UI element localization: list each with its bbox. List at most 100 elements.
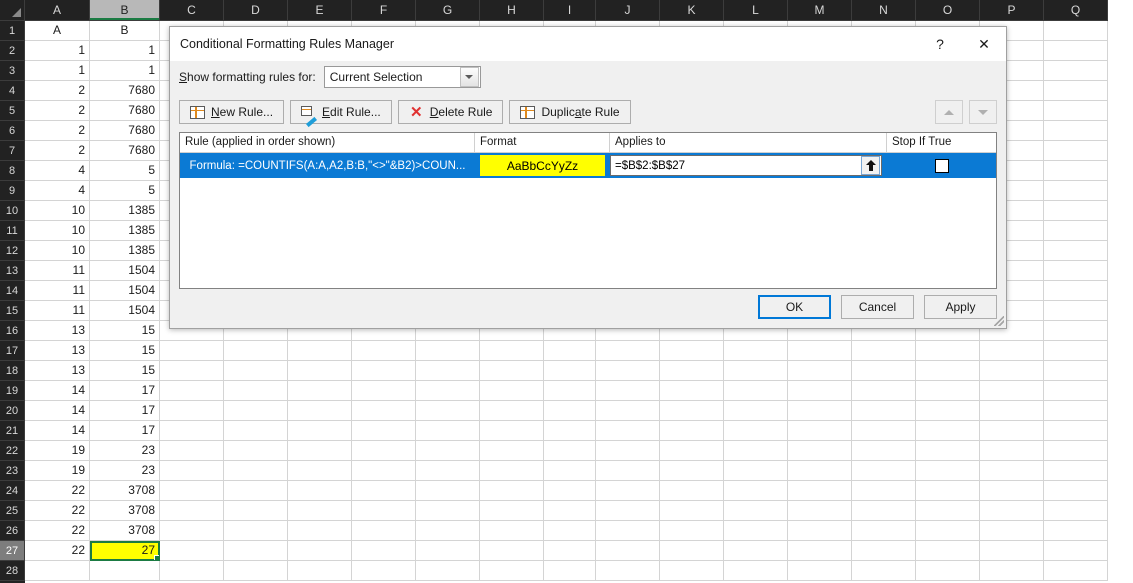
cell-L28[interactable] [724, 561, 788, 581]
cell-G17[interactable] [416, 341, 480, 361]
cell-K25[interactable] [660, 501, 724, 521]
cell-I20[interactable] [544, 401, 596, 421]
cell-Q2[interactable] [1044, 41, 1108, 61]
cell-L22[interactable] [724, 441, 788, 461]
cell-Q4[interactable] [1044, 81, 1108, 101]
row-header-15[interactable]: 15 [0, 301, 25, 321]
cell-M24[interactable] [788, 481, 852, 501]
row-header-20[interactable]: 20 [0, 401, 25, 421]
row-header-28[interactable]: 28 [0, 561, 25, 581]
cell-L25[interactable] [724, 501, 788, 521]
cell-O17[interactable] [916, 341, 980, 361]
cell-J22[interactable] [596, 441, 660, 461]
cell-N22[interactable] [852, 441, 916, 461]
cell-E25[interactable] [288, 501, 352, 521]
cell-J26[interactable] [596, 521, 660, 541]
cell-J21[interactable] [596, 421, 660, 441]
cell-B12[interactable]: 1385 [90, 241, 160, 261]
cell-H21[interactable] [480, 421, 544, 441]
cell-B1[interactable]: B [90, 21, 160, 41]
cell-M25[interactable] [788, 501, 852, 521]
cell-C26[interactable] [160, 521, 224, 541]
column-header-j[interactable]: J [596, 0, 660, 21]
cell-A13[interactable]: 11 [25, 261, 90, 281]
cell-A26[interactable]: 22 [25, 521, 90, 541]
cell-M19[interactable] [788, 381, 852, 401]
cell-J25[interactable] [596, 501, 660, 521]
cell-O18[interactable] [916, 361, 980, 381]
column-header-c[interactable]: C [160, 0, 224, 21]
cell-G28[interactable] [416, 561, 480, 581]
row-header-12[interactable]: 12 [0, 241, 25, 261]
cell-L20[interactable] [724, 401, 788, 421]
cell-B11[interactable]: 1385 [90, 221, 160, 241]
cell-A28[interactable] [25, 561, 90, 581]
cell-M17[interactable] [788, 341, 852, 361]
cell-B16[interactable]: 15 [90, 321, 160, 341]
cell-D21[interactable] [224, 421, 288, 441]
cell-G20[interactable] [416, 401, 480, 421]
cell-A9[interactable]: 4 [25, 181, 90, 201]
row-header-24[interactable]: 24 [0, 481, 25, 501]
cell-B15[interactable]: 1504 [90, 301, 160, 321]
cell-H20[interactable] [480, 401, 544, 421]
cell-Q10[interactable] [1044, 201, 1108, 221]
row-header-9[interactable]: 9 [0, 181, 25, 201]
cell-F28[interactable] [352, 561, 416, 581]
select-all-corner[interactable] [0, 0, 25, 21]
cell-H22[interactable] [480, 441, 544, 461]
cell-B22[interactable]: 23 [90, 441, 160, 461]
cell-A6[interactable]: 2 [25, 121, 90, 141]
cell-D27[interactable] [224, 541, 288, 561]
cell-M27[interactable] [788, 541, 852, 561]
cell-I22[interactable] [544, 441, 596, 461]
cell-M18[interactable] [788, 361, 852, 381]
column-header-l[interactable]: L [724, 0, 788, 21]
cell-B27[interactable]: 27 [90, 541, 160, 561]
scope-dropdown[interactable]: Current Selection [323, 66, 481, 88]
cell-P20[interactable] [980, 401, 1044, 421]
cell-Q7[interactable] [1044, 141, 1108, 161]
cell-C27[interactable] [160, 541, 224, 561]
cell-P23[interactable] [980, 461, 1044, 481]
cell-F21[interactable] [352, 421, 416, 441]
cell-O19[interactable] [916, 381, 980, 401]
cell-F19[interactable] [352, 381, 416, 401]
cell-F22[interactable] [352, 441, 416, 461]
applies-to-input[interactable]: =$B$2:$B$27 [610, 155, 882, 176]
row-header-11[interactable]: 11 [0, 221, 25, 241]
cell-E22[interactable] [288, 441, 352, 461]
cell-A8[interactable]: 4 [25, 161, 90, 181]
cell-Q13[interactable] [1044, 261, 1108, 281]
cell-M26[interactable] [788, 521, 852, 541]
cell-D25[interactable] [224, 501, 288, 521]
cell-G24[interactable] [416, 481, 480, 501]
row-header-17[interactable]: 17 [0, 341, 25, 361]
cell-H19[interactable] [480, 381, 544, 401]
cell-P19[interactable] [980, 381, 1044, 401]
cell-P24[interactable] [980, 481, 1044, 501]
cell-O20[interactable] [916, 401, 980, 421]
cell-P27[interactable] [980, 541, 1044, 561]
cell-I24[interactable] [544, 481, 596, 501]
cell-N19[interactable] [852, 381, 916, 401]
cell-M28[interactable] [788, 561, 852, 581]
row-header-22[interactable]: 22 [0, 441, 25, 461]
cell-Q19[interactable] [1044, 381, 1108, 401]
column-header-i[interactable]: I [544, 0, 596, 21]
cell-C28[interactable] [160, 561, 224, 581]
cell-Q12[interactable] [1044, 241, 1108, 261]
cell-B18[interactable]: 15 [90, 361, 160, 381]
cell-Q23[interactable] [1044, 461, 1108, 481]
column-header-a[interactable]: A [25, 0, 90, 21]
column-header-e[interactable]: E [288, 0, 352, 21]
cell-B17[interactable]: 15 [90, 341, 160, 361]
edit-rule-button[interactable]: Edit Rule... [290, 100, 392, 127]
cell-E18[interactable] [288, 361, 352, 381]
cell-P26[interactable] [980, 521, 1044, 541]
cell-Q22[interactable] [1044, 441, 1108, 461]
cell-O24[interactable] [916, 481, 980, 501]
cell-D24[interactable] [224, 481, 288, 501]
cell-E28[interactable] [288, 561, 352, 581]
cell-K26[interactable] [660, 521, 724, 541]
